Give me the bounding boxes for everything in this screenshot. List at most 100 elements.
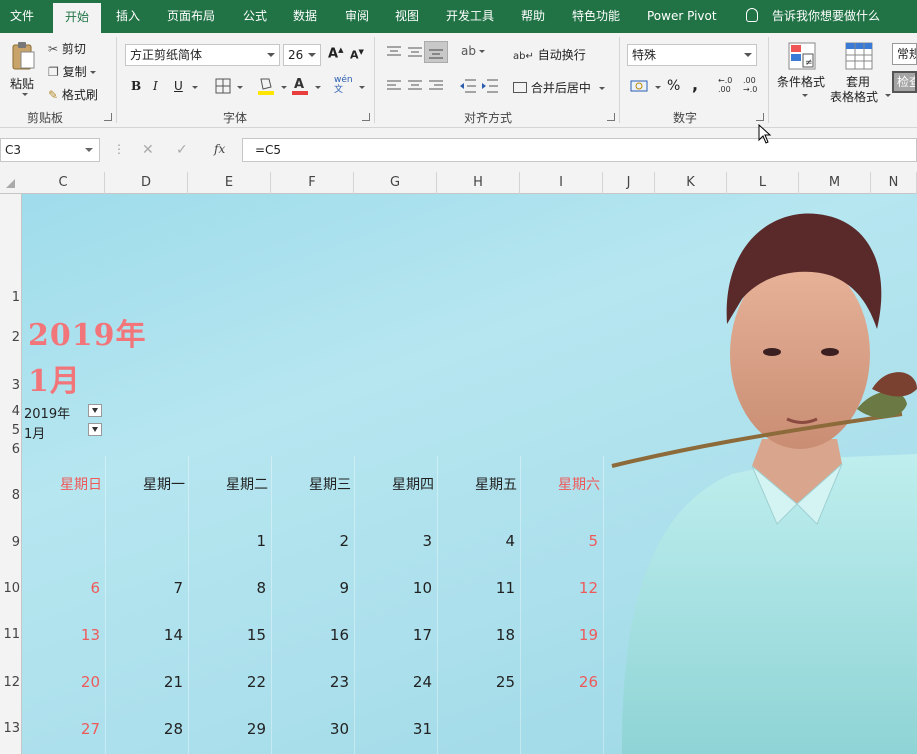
tab-insert[interactable]: 插入 bbox=[116, 0, 140, 33]
tell-me-search[interactable]: 告诉我你想要做什么 bbox=[746, 0, 880, 33]
chevron-down-icon[interactable] bbox=[655, 86, 661, 89]
select-all-icon[interactable] bbox=[6, 179, 15, 188]
row-header[interactable]: 1 bbox=[0, 290, 22, 305]
day-cell[interactable]: 2 bbox=[279, 532, 349, 550]
align-top-icon[interactable] bbox=[386, 45, 402, 59]
merge-center-button[interactable]: 合并后居中 bbox=[513, 79, 605, 96]
name-box[interactable]: C3 bbox=[0, 138, 100, 162]
paste-button[interactable]: 粘贴 bbox=[6, 39, 40, 99]
day-cell[interactable]: 30 bbox=[279, 720, 349, 738]
tab-view[interactable]: 视图 bbox=[395, 0, 419, 33]
column-header[interactable]: N bbox=[871, 172, 917, 194]
font-size-combo[interactable]: 26 bbox=[283, 44, 321, 66]
day-cell[interactable]: 3 bbox=[362, 532, 432, 550]
day-cell[interactable]: 4 bbox=[445, 532, 515, 550]
copy-button[interactable]: ❐ 复制 bbox=[48, 63, 96, 80]
column-header[interactable]: K bbox=[655, 172, 727, 194]
day-cell[interactable]: 18 bbox=[445, 626, 515, 644]
row-header[interactable]: 8 bbox=[0, 488, 22, 503]
font-launcher-icon[interactable] bbox=[362, 113, 370, 121]
formula-input[interactable]: =C5 bbox=[242, 138, 917, 162]
day-cell[interactable]: 11 bbox=[445, 579, 515, 597]
worksheet-canvas[interactable]: 2019年 1月 2019年 1月 星期日 星期一 星期二 星期三 星期四 星期… bbox=[22, 194, 917, 754]
row-header[interactable]: 13 bbox=[0, 721, 22, 736]
weekday-header[interactable]: 星期三 bbox=[271, 474, 351, 494]
day-cell[interactable]: 7 bbox=[113, 579, 183, 597]
row-header[interactable]: 11 bbox=[0, 627, 22, 642]
tab-power-pivot[interactable]: Power Pivot bbox=[647, 0, 717, 33]
day-cell[interactable]: 31 bbox=[362, 720, 432, 738]
format-as-table-button[interactable]: 套用 表格格式 bbox=[830, 39, 891, 109]
font-name-combo[interactable]: 方正剪纸简体 bbox=[125, 44, 280, 66]
column-header[interactable]: G bbox=[354, 172, 437, 194]
weekday-header[interactable]: 星期四 bbox=[354, 474, 434, 494]
row-header[interactable]: 10 bbox=[0, 581, 22, 596]
comma-button[interactable]: , bbox=[692, 75, 698, 94]
increase-indent-icon[interactable] bbox=[481, 78, 499, 94]
day-cell-weekend[interactable]: 6 bbox=[30, 579, 100, 597]
day-cell[interactable]: 17 bbox=[362, 626, 432, 644]
conditional-formatting-button[interactable]: ≠ 条件格式 bbox=[775, 39, 830, 109]
day-cell[interactable]: 28 bbox=[113, 720, 183, 738]
weekday-header-saturday[interactable]: 星期六 bbox=[520, 474, 600, 494]
clipboard-launcher-icon[interactable] bbox=[104, 113, 112, 121]
cut-button[interactable]: ✂ 剪切 bbox=[48, 40, 86, 57]
filter-dropdown-icon[interactable] bbox=[88, 404, 102, 417]
bold-button[interactable]: B bbox=[131, 79, 141, 93]
column-header[interactable]: H bbox=[437, 172, 520, 194]
day-cell[interactable]: 16 bbox=[279, 626, 349, 644]
column-header[interactable]: E bbox=[188, 172, 271, 194]
chevron-down-icon[interactable] bbox=[315, 86, 321, 89]
day-cell[interactable]: 22 bbox=[196, 673, 266, 691]
row-header[interactable]: 9 bbox=[0, 535, 22, 550]
day-cell-weekend[interactable]: 26 bbox=[528, 673, 598, 691]
italic-button[interactable]: I bbox=[153, 79, 158, 93]
tab-page-layout[interactable]: 页面布局 bbox=[167, 0, 215, 33]
percent-button[interactable]: % bbox=[667, 78, 680, 94]
day-cell[interactable]: 15 bbox=[196, 626, 266, 644]
font-color-icon[interactable]: A bbox=[292, 76, 308, 96]
chevron-down-icon[interactable] bbox=[359, 86, 365, 89]
weekday-header[interactable]: 星期五 bbox=[437, 474, 517, 494]
day-cell[interactable]: 14 bbox=[113, 626, 183, 644]
currency-icon[interactable] bbox=[630, 78, 648, 94]
column-header[interactable]: M bbox=[799, 172, 871, 194]
tab-data[interactable]: 数据 bbox=[293, 0, 317, 33]
decrease-decimal-icon[interactable]: .00 →.0 bbox=[743, 76, 757, 94]
day-cell-weekend[interactable]: 12 bbox=[528, 579, 598, 597]
day-cell-weekend[interactable]: 5 bbox=[528, 532, 598, 550]
tab-help[interactable]: 帮助 bbox=[521, 0, 545, 33]
orientation-icon[interactable]: ab bbox=[461, 44, 485, 58]
tab-review[interactable]: 审阅 bbox=[345, 0, 369, 33]
day-cell[interactable]: 8 bbox=[196, 579, 266, 597]
calendar-year-title[interactable]: 2019年 bbox=[28, 310, 147, 354]
day-cell[interactable]: 24 bbox=[362, 673, 432, 691]
chevron-down-icon[interactable] bbox=[192, 86, 198, 89]
day-cell[interactable]: 10 bbox=[362, 579, 432, 597]
alignment-launcher-icon[interactable] bbox=[607, 113, 615, 121]
day-cell[interactable]: 21 bbox=[113, 673, 183, 691]
insert-function-icon[interactable]: fx bbox=[214, 142, 225, 156]
cancel-icon[interactable]: ✕ bbox=[142, 142, 154, 158]
calendar-month-title[interactable]: 1月 bbox=[28, 356, 81, 400]
row-header[interactable]: 5 bbox=[0, 423, 22, 438]
day-cell[interactable]: 23 bbox=[279, 673, 349, 691]
row-header[interactable]: 6 bbox=[0, 442, 22, 457]
tab-file[interactable]: 文件 bbox=[10, 0, 34, 33]
day-cell[interactable]: 9 bbox=[279, 579, 349, 597]
day-cell-weekend[interactable]: 13 bbox=[30, 626, 100, 644]
row-header[interactable]: 3 bbox=[0, 378, 22, 393]
phonetic-guide-icon[interactable]: wén 文 bbox=[334, 75, 353, 95]
align-right-icon[interactable] bbox=[428, 79, 444, 93]
decrease-indent-icon[interactable] bbox=[459, 78, 477, 94]
tab-home[interactable]: 开始 bbox=[53, 3, 102, 33]
decrease-font-icon[interactable]: A▼ bbox=[350, 48, 364, 62]
align-middle-icon[interactable] bbox=[407, 45, 423, 59]
column-header[interactable]: C bbox=[22, 172, 105, 194]
column-header[interactable]: D bbox=[105, 172, 188, 194]
align-left-icon[interactable] bbox=[386, 79, 402, 93]
tab-features[interactable]: 特色功能 bbox=[572, 0, 620, 33]
weekday-header-sunday[interactable]: 星期日 bbox=[22, 474, 102, 494]
number-launcher-icon[interactable] bbox=[756, 113, 764, 121]
day-cell[interactable]: 29 bbox=[196, 720, 266, 738]
